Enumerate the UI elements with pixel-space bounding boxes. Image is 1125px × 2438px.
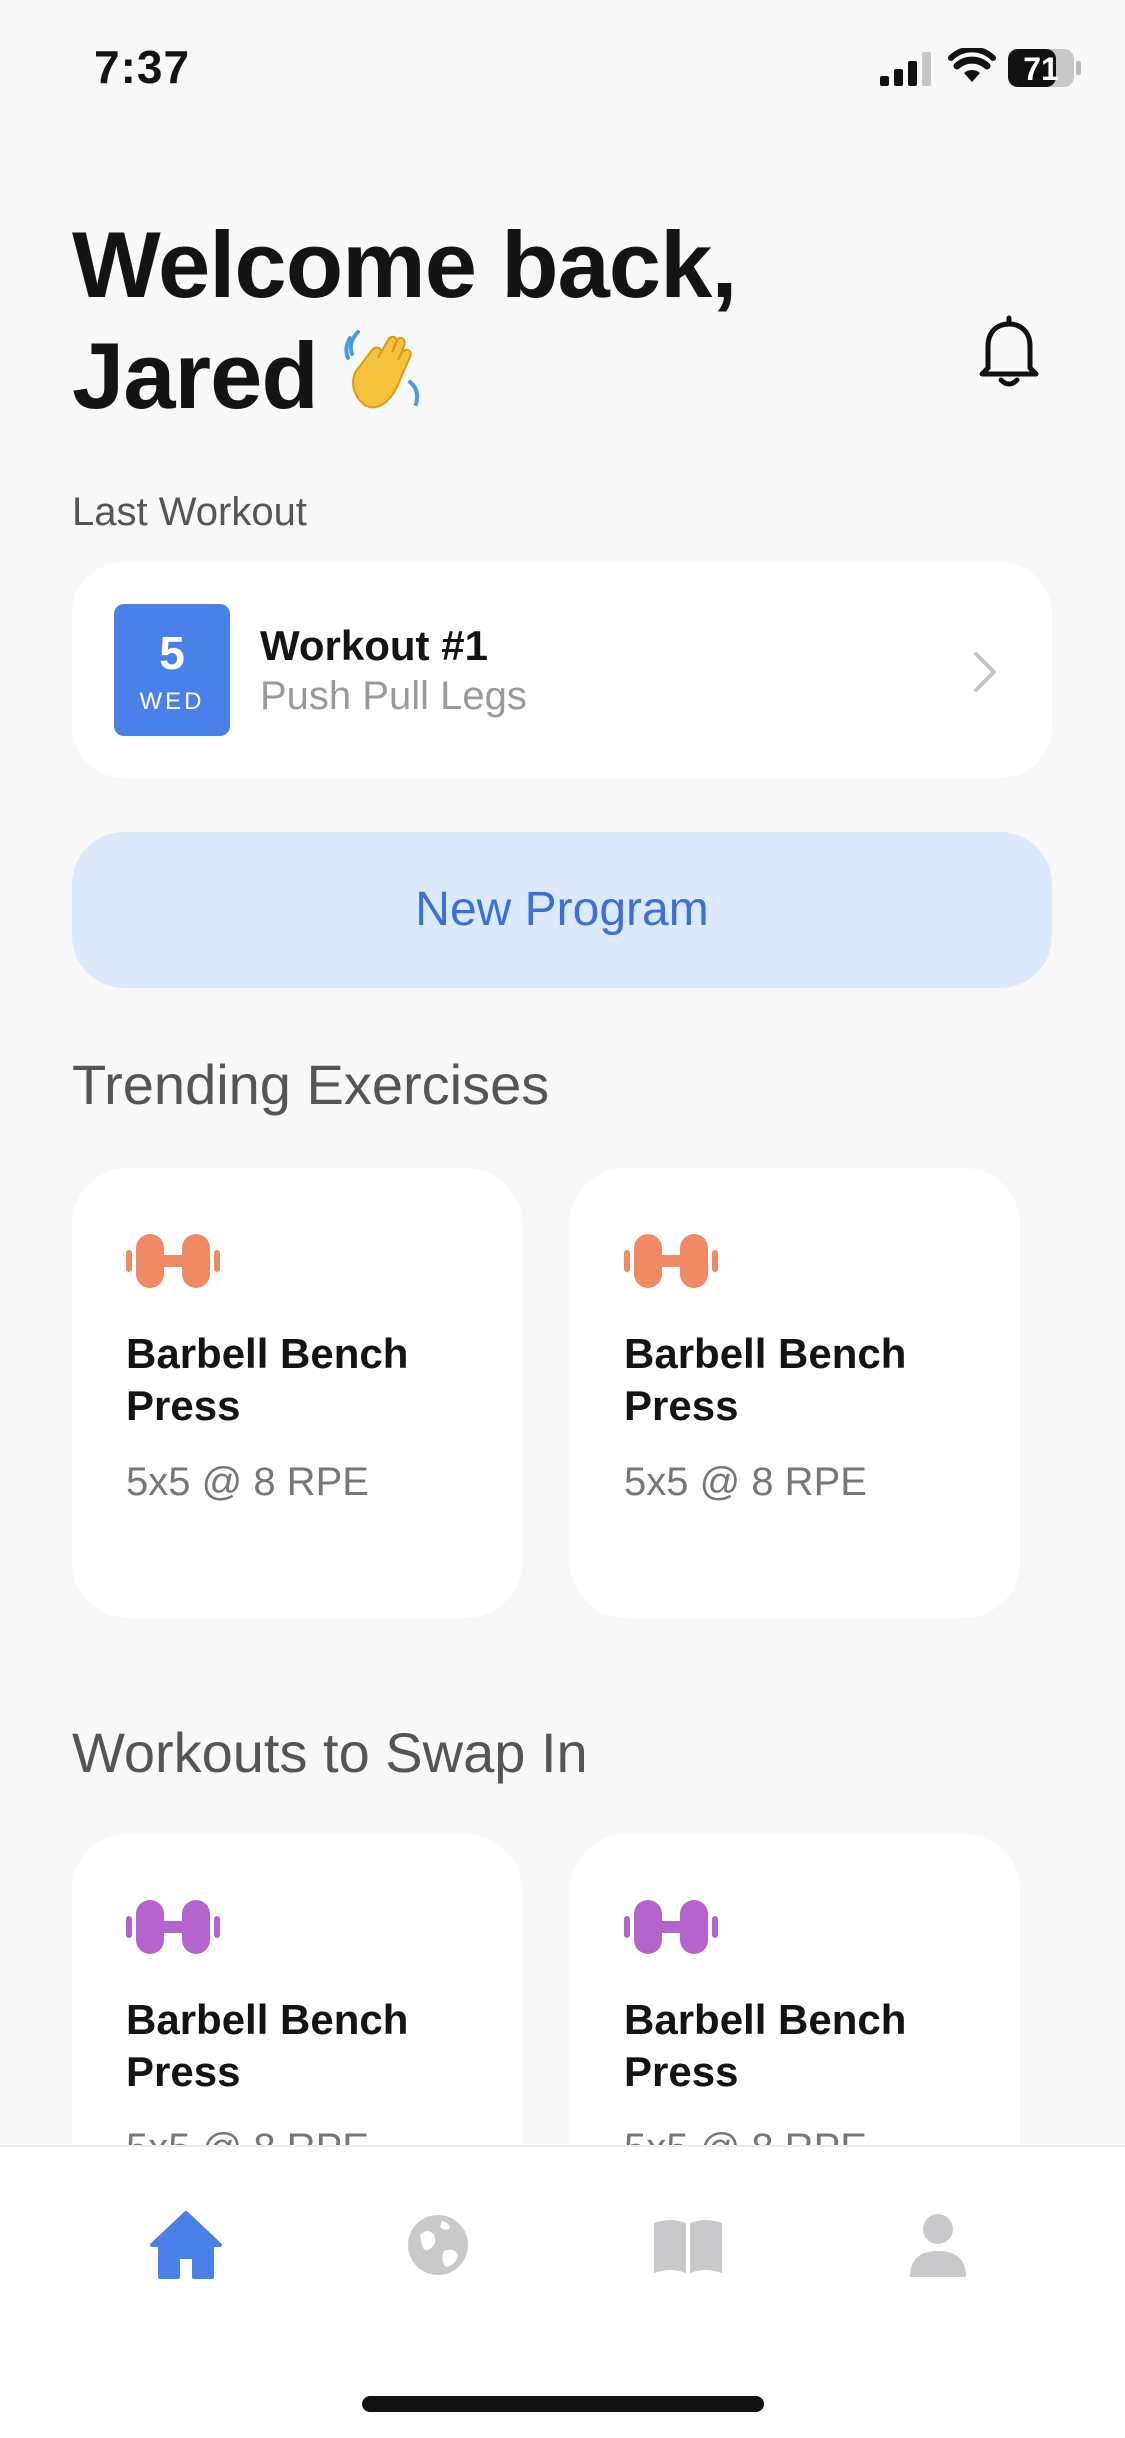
bell-icon[interactable] bbox=[976, 314, 1042, 390]
book-icon[interactable] bbox=[648, 2205, 728, 2285]
date-badge: 5 WED bbox=[114, 604, 230, 736]
exercise-detail: 5x5 @ 8 RPE bbox=[624, 2126, 867, 2145]
dumbbell-icon bbox=[126, 1234, 220, 1288]
chevron-right-icon bbox=[974, 652, 996, 692]
exercise-name: Barbell Bench Press bbox=[624, 1330, 907, 1429]
swap-scroll-area[interactable]: Barbell Bench Press 5x5 @ 8 RPE Barbell … bbox=[0, 1780, 1125, 2145]
dumbbell-icon bbox=[624, 1234, 718, 1288]
swap-card[interactable]: Barbell Bench Press 5x5 @ 8 RPE bbox=[570, 1834, 1020, 2145]
workout-title: Workout #1 bbox=[260, 622, 488, 669]
user-name-line: Jared bbox=[72, 320, 972, 431]
swap-heading: Workouts to Swap In bbox=[72, 1721, 588, 1784]
page-title: Welcome back, Jared bbox=[72, 210, 972, 431]
welcome-line: Welcome back, bbox=[72, 212, 737, 317]
exercise-detail: 5x5 @ 8 RPE bbox=[624, 1460, 867, 1504]
new-program-button[interactable]: New Program bbox=[72, 832, 1052, 988]
wifi-icon bbox=[948, 48, 996, 82]
battery-level: 71 bbox=[1023, 51, 1059, 87]
exercise-detail: 5x5 @ 8 RPE bbox=[126, 1460, 369, 1504]
exercise-name: Barbell Bench Press bbox=[126, 1330, 409, 1429]
exercise-detail: 5x5 @ 8 RPE bbox=[126, 2126, 369, 2145]
exercise-name: Barbell Bench Press bbox=[624, 1996, 907, 2095]
status-bar: 7:37 71 bbox=[0, 0, 1125, 140]
globe-icon[interactable] bbox=[398, 2205, 478, 2285]
user-name: Jared bbox=[72, 323, 319, 428]
last-workout-card[interactable]: 5 WED Workout #1 Push Pull Legs bbox=[72, 562, 1052, 778]
trending-heading: Trending Exercises bbox=[72, 1053, 550, 1116]
trending-card[interactable]: Barbell Bench Press 5x5 @ 8 RPE bbox=[72, 1168, 522, 1618]
signal-icon bbox=[880, 52, 931, 86]
status-time: 7:37 bbox=[94, 41, 191, 93]
last-workout-label: Last Workout bbox=[72, 490, 307, 534]
workout-subtitle: Push Pull Legs bbox=[260, 674, 527, 718]
home-indicator bbox=[362, 2396, 764, 2412]
trending-card[interactable]: Barbell Bench Press 5x5 @ 8 RPE bbox=[570, 1168, 1020, 1618]
dumbbell-icon bbox=[624, 1900, 718, 1954]
dumbbell-icon bbox=[126, 1900, 220, 1954]
home-icon[interactable] bbox=[146, 2205, 226, 2285]
profile-icon[interactable] bbox=[898, 2205, 978, 2285]
swap-card[interactable]: Barbell Bench Press 5x5 @ 8 RPE bbox=[72, 1834, 522, 2145]
exercise-name: Barbell Bench Press bbox=[126, 1996, 409, 2095]
waving-hand-icon bbox=[344, 330, 419, 409]
date-weekday: WED bbox=[139, 688, 205, 715]
tab-bar bbox=[0, 2145, 1125, 2438]
date-day: 5 bbox=[159, 627, 185, 679]
